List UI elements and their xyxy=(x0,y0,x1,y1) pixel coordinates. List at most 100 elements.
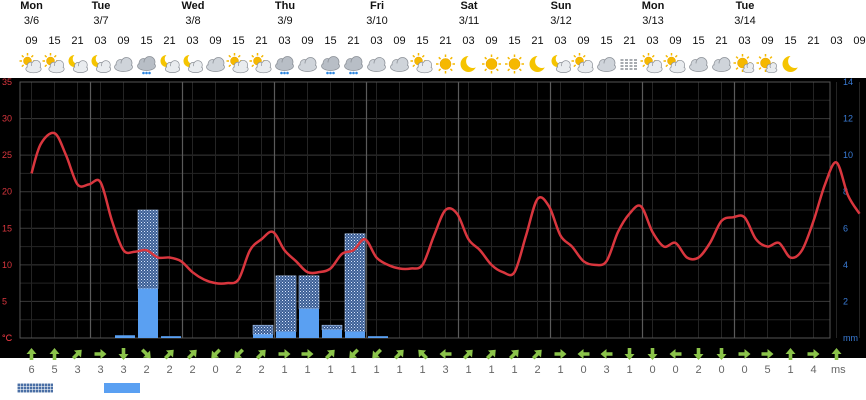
partly-cloudy-sun-icon xyxy=(571,53,594,74)
sun-icon xyxy=(505,54,524,74)
hour-label: 09 xyxy=(117,35,129,47)
y-right-tick: 14 xyxy=(843,77,853,87)
wind-speed: 1 xyxy=(557,364,563,376)
day-date: 3/11 xyxy=(459,15,480,27)
hour-label: 21 xyxy=(715,35,727,47)
hour-label: 03 xyxy=(462,35,474,47)
precipitation-bar xyxy=(138,288,158,338)
partly-cloudy-sun-icon xyxy=(226,53,249,74)
wind-speed: 3 xyxy=(120,364,126,376)
precipitation-bar xyxy=(299,308,319,338)
showers-icon xyxy=(275,56,294,75)
day-date: 3/10 xyxy=(366,15,387,27)
hour-label: 09 xyxy=(669,35,681,47)
wind-speed: 3 xyxy=(97,364,103,376)
wind-speed: 2 xyxy=(258,364,264,376)
y-right-tick: 10 xyxy=(843,150,853,160)
legend-showers-label: Showers xyxy=(60,381,107,395)
precipitation-bar xyxy=(115,335,135,338)
y-left-tick: 35 xyxy=(2,77,12,87)
hour-label: 03 xyxy=(94,35,106,47)
partly-cloudy-sun-icon xyxy=(410,53,433,74)
y-left-tick: 30 xyxy=(2,114,12,124)
cloudy-icon xyxy=(390,57,409,72)
showers-icon xyxy=(344,56,363,75)
cloudy-icon xyxy=(206,57,225,72)
hour-label: 09 xyxy=(761,35,773,47)
wind-speed: 2 xyxy=(166,364,172,376)
showers-icon xyxy=(321,56,340,75)
hour-label: 15 xyxy=(416,35,428,47)
hour-label: 15 xyxy=(324,35,336,47)
hour-label: 09 xyxy=(485,35,497,47)
hour-label: 21 xyxy=(623,35,635,47)
hour-label: 09 xyxy=(853,35,865,47)
wind-speed: 1 xyxy=(327,364,333,376)
y-left-tick: 25 xyxy=(2,150,12,160)
legend-showers: Showers xyxy=(17,381,107,395)
legend-precipitation-swatch xyxy=(104,383,140,393)
wind-speed: 1 xyxy=(626,364,632,376)
precipitation-bar xyxy=(322,329,342,338)
hour-label: 09 xyxy=(577,35,589,47)
cloudy-icon xyxy=(712,57,731,72)
y-left-tick: 20 xyxy=(2,187,12,197)
day-name: Wed xyxy=(181,0,204,12)
hour-label: 03 xyxy=(830,35,842,47)
sun-cloud-icon xyxy=(733,54,755,74)
wind-speed: 1 xyxy=(511,364,517,376)
hour-label: 21 xyxy=(531,35,543,47)
wind-unit: ms xyxy=(831,364,846,376)
day-date: 3/7 xyxy=(93,15,108,27)
y-left-tick: 15 xyxy=(2,223,12,233)
showers-bar xyxy=(252,324,274,335)
moon-icon xyxy=(782,54,802,72)
wind-speed: 6 xyxy=(28,364,34,376)
legend-precipitation-label: Precipitation xyxy=(147,381,214,395)
hour-label: 21 xyxy=(347,35,359,47)
showers-icon xyxy=(137,56,156,75)
precipitation-bar xyxy=(368,336,388,338)
precipitation-bar xyxy=(161,336,181,338)
wind-speed: 3 xyxy=(603,364,609,376)
showers-bar xyxy=(321,324,343,331)
day-name: Mon xyxy=(20,0,43,12)
day-date: 3/12 xyxy=(550,15,571,27)
cloudy-icon xyxy=(597,57,616,72)
wind-speed: 1 xyxy=(281,364,287,376)
wind-speed: 1 xyxy=(787,364,793,376)
y-right-tick: 12 xyxy=(843,114,853,124)
y-left-tick: 5 xyxy=(2,296,7,306)
day-name: Thu xyxy=(275,0,295,12)
wind-speed: 5 xyxy=(51,364,57,376)
day-date: 3/9 xyxy=(277,15,292,27)
day-name: Mon xyxy=(642,0,665,12)
wind-speed: 0 xyxy=(741,364,747,376)
wind-speed: 1 xyxy=(419,364,425,376)
partly-cloudy-moon-icon xyxy=(551,53,572,73)
wind-speed: 2 xyxy=(143,364,149,376)
showers-bar xyxy=(275,275,297,332)
hour-label: 21 xyxy=(807,35,819,47)
hour-label: 15 xyxy=(48,35,60,47)
hour-label: 21 xyxy=(163,35,175,47)
partly-cloudy-sun-icon xyxy=(249,53,272,74)
weather-forecast-chart: Mon 3/6 Tue 3/7 Wed 3/8 Thu 3/9 Fri 3/10 Sat 3/11 Su… xyxy=(0,0,866,400)
hour-label: 03 xyxy=(646,35,658,47)
legend: Showers Precipitation xyxy=(0,378,866,400)
legend-precipitation: Precipitation xyxy=(104,381,213,395)
precipitation-bar xyxy=(345,331,365,338)
day-date: 3/8 xyxy=(185,15,200,27)
wind-speed: 2 xyxy=(189,364,195,376)
moon-icon xyxy=(529,54,549,72)
hour-label: 15 xyxy=(600,35,612,47)
y-right-tick: 2 xyxy=(843,296,848,306)
hour-label: 03 xyxy=(186,35,198,47)
day-name: Tue xyxy=(736,0,755,12)
cloudy-icon xyxy=(367,57,386,72)
day-date: 3/14 xyxy=(734,15,755,27)
sun-icon xyxy=(436,54,455,74)
plot-background xyxy=(0,78,866,358)
hour-label: 15 xyxy=(692,35,704,47)
wind-speed: 1 xyxy=(488,364,494,376)
